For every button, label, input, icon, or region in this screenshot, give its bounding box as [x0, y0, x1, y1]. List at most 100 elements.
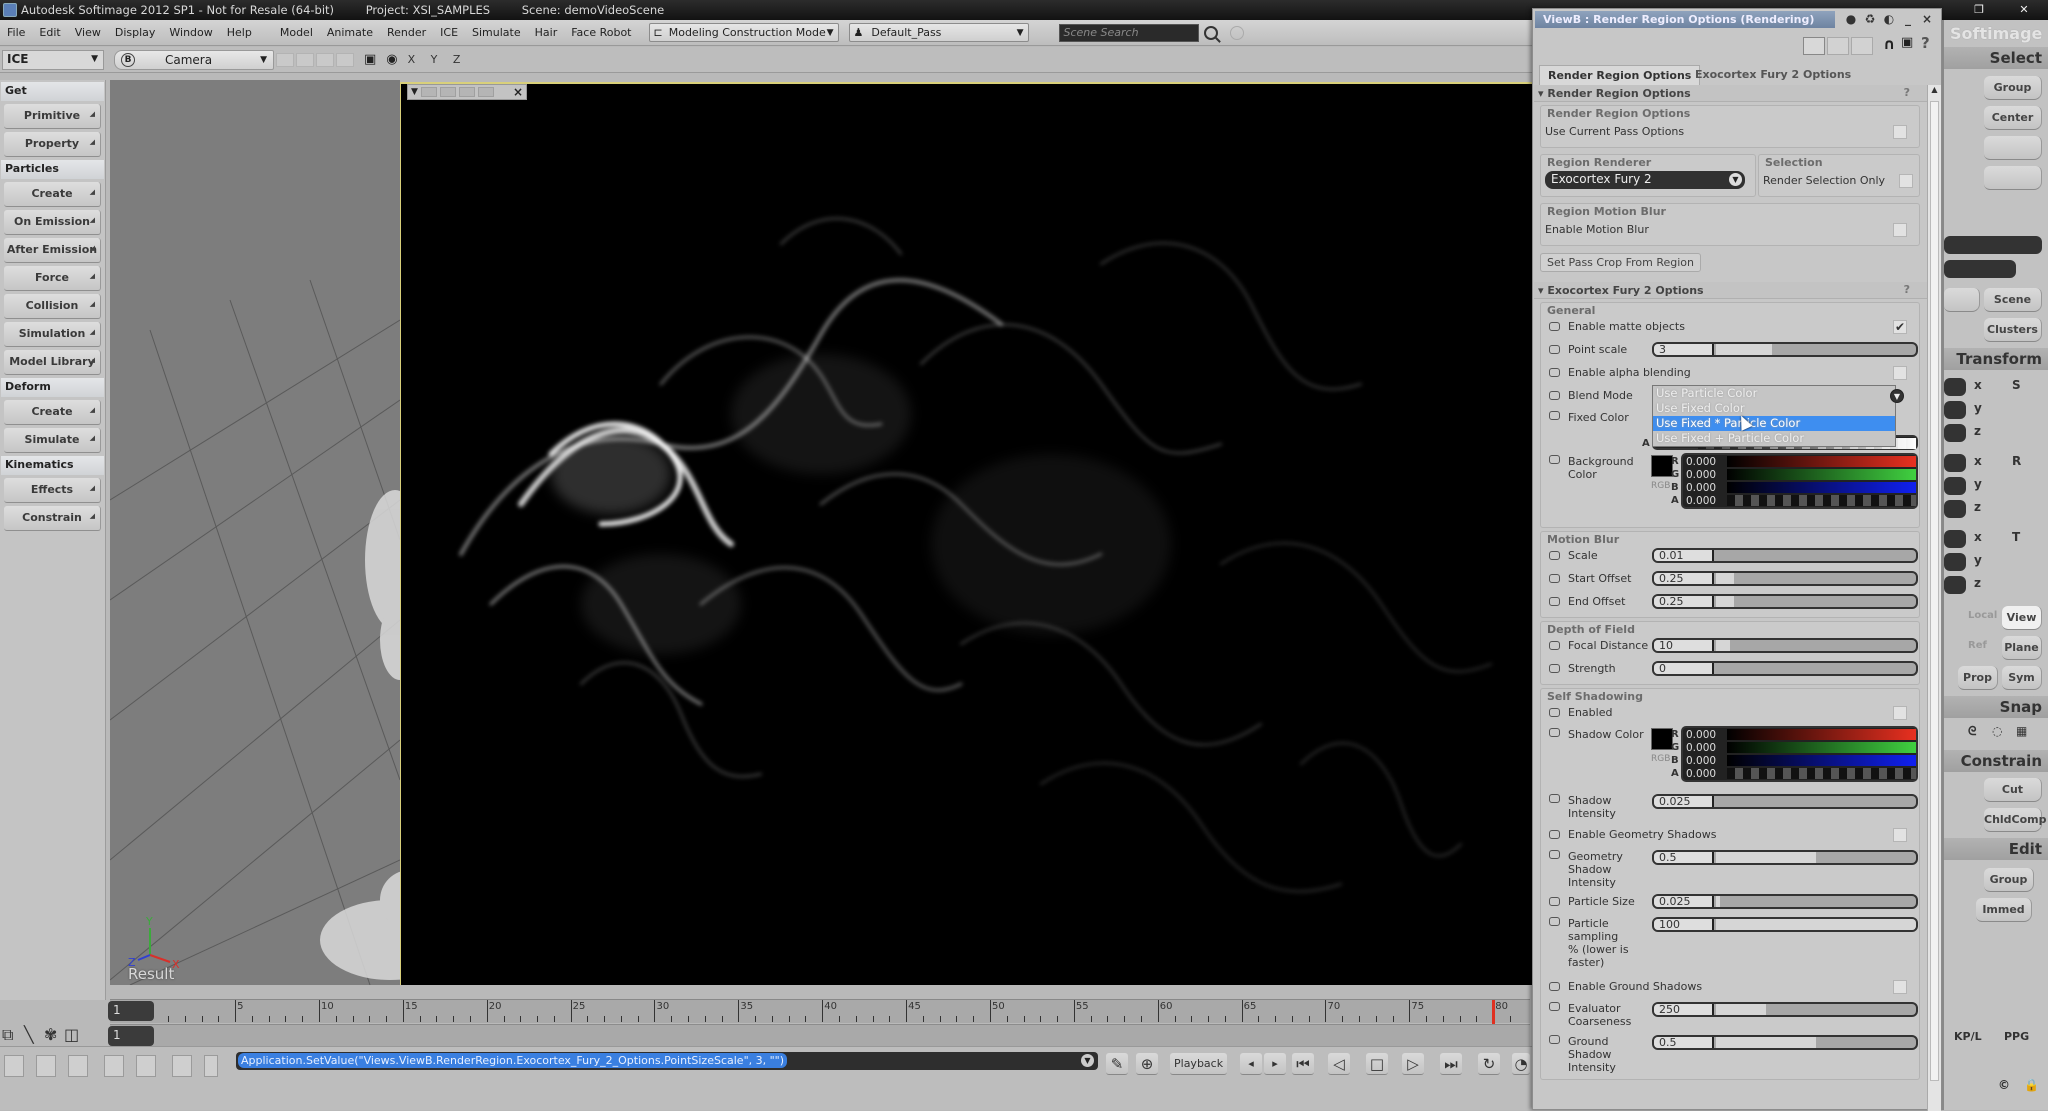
- restore-window-button[interactable]: ❐: [1960, 0, 1998, 20]
- menu-simulate[interactable]: Simulate: [465, 26, 528, 39]
- background-color-channels[interactable]: R 0.000 G 0.000 B 0.000 A 0.000: [1671, 453, 1918, 509]
- mcp-btn-clusters[interactable]: Clusters: [1984, 318, 2042, 342]
- play-forward-icon[interactable]: ▷: [1402, 1053, 1424, 1075]
- axis-z-label[interactable]: z: [1974, 576, 1981, 590]
- blend-option[interactable]: Use Particle Color: [1653, 386, 1895, 401]
- ref-label[interactable]: Ref: [1968, 640, 1987, 651]
- mcp-btn-scene[interactable]: Scene: [1984, 288, 2042, 312]
- scale-icon[interactable]: S: [2012, 378, 2021, 392]
- rotate-icon[interactable]: R: [2012, 454, 2021, 468]
- memo-cam-slot[interactable]: [316, 52, 334, 67]
- memo-cam-slot[interactable]: [336, 52, 354, 67]
- enable-matte-checkbox[interactable]: ✔: [1893, 319, 1907, 334]
- enable-geo-shadows-checkbox[interactable]: [1893, 827, 1907, 842]
- blend-mode-dropdown[interactable]: Use Particle Color Use Fixed Color Use F…: [1652, 385, 1896, 447]
- audio-icon[interactable]: ◔: [1512, 1053, 1530, 1075]
- enable-alpha-checkbox[interactable]: [1893, 365, 1907, 380]
- lock-icon[interactable]: ●: [1843, 11, 1859, 27]
- blend-option[interactable]: Use Fixed + Particle Color: [1653, 431, 1895, 446]
- recycle-icon[interactable]: ♻: [1862, 11, 1878, 27]
- enable-motion-blur-checkbox[interactable]: [1893, 222, 1907, 237]
- focal-distance-slider[interactable]: 10: [1652, 638, 1918, 653]
- menu-display[interactable]: Display: [108, 26, 163, 39]
- use-current-pass-checkbox[interactable]: [1893, 124, 1907, 139]
- strength-value[interactable]: 0: [1654, 663, 1714, 674]
- mcp-header-snap[interactable]: Snap: [1944, 696, 2048, 718]
- mcp-btn-chldcomp[interactable]: ChldComp: [1984, 808, 2047, 832]
- point-scale-slider[interactable]: 3: [1652, 342, 1918, 357]
- copyright-icon[interactable]: ©: [1998, 1078, 2010, 1092]
- rotate-z-field[interactable]: [1944, 500, 1966, 518]
- axis-x-label[interactable]: x: [1974, 530, 1982, 544]
- start-frame-field[interactable]: 1: [108, 1001, 154, 1021]
- command-line[interactable]: Application.SetValue("Views.ViewB.Render…: [236, 1052, 1098, 1070]
- menu-help[interactable]: Help: [220, 26, 259, 39]
- split-view-icon[interactable]: ◫: [64, 1025, 79, 1044]
- help-icon[interactable]: ?: [1904, 283, 1910, 296]
- scale-y-field[interactable]: [1944, 401, 1966, 419]
- shadow-g-value[interactable]: 0.000: [1683, 742, 1727, 754]
- menu-file[interactable]: File: [0, 26, 32, 39]
- palette-btn-on-emission[interactable]: On Emission ◢: [4, 210, 101, 235]
- search-icon[interactable]: [1203, 25, 1218, 40]
- animation-radio[interactable]: [1549, 664, 1560, 673]
- scrollbar-thumb[interactable]: [1930, 101, 1939, 1081]
- tab-render-region-options[interactable]: Render Region Options: [1539, 65, 1701, 85]
- playback-button[interactable]: Playback: [1170, 1053, 1228, 1075]
- animation-radio[interactable]: [1549, 728, 1560, 737]
- bg-r-value[interactable]: 0.000: [1683, 456, 1727, 468]
- shadow-color-channels[interactable]: R 0.000 G 0.000 B 0.000 A 0.000: [1671, 726, 1918, 782]
- start-offset-value[interactable]: 0.25: [1654, 573, 1714, 584]
- palette-btn-after-emission[interactable]: After Emission ◢: [4, 238, 101, 263]
- self-shadow-enabled-checkbox[interactable]: [1893, 705, 1907, 720]
- brush-tool-icon[interactable]: ╲: [24, 1025, 34, 1044]
- eye-icon[interactable]: ◉: [386, 52, 397, 67]
- palette-btn-deform-simulate[interactable]: Simulate ◢: [4, 428, 101, 453]
- scale-slider[interactable]: 0.01: [1652, 548, 1918, 563]
- help-icon[interactable]: ?: [1904, 86, 1910, 99]
- axis-z-label[interactable]: z: [1974, 424, 1981, 438]
- selection-name-field[interactable]: [1944, 236, 2042, 254]
- snap-grid-icon[interactable]: ▦: [2016, 724, 2027, 738]
- pass-select[interactable]: ♟ Default_Pass ▼: [848, 23, 1029, 42]
- mcp-kpl[interactable]: KP/L: [1954, 1030, 1982, 1043]
- snap-point-icon[interactable]: ◌: [1992, 724, 2002, 738]
- mcp-btn-edit-group[interactable]: Group: [1984, 868, 2034, 892]
- region-slot[interactable]: [420, 87, 437, 97]
- focus-icon[interactable]: ▣: [1901, 35, 1913, 50]
- palette-btn-collision[interactable]: Collision ◢: [4, 294, 101, 319]
- animation-radio[interactable]: [1549, 897, 1560, 906]
- shadow-r-value[interactable]: 0.000: [1683, 729, 1727, 741]
- animation-radio[interactable]: [1549, 708, 1560, 717]
- evaluator-value[interactable]: 250: [1654, 1004, 1714, 1015]
- snap-curve-icon[interactable]: ᘓ: [1968, 724, 1976, 739]
- selection-filter-field[interactable]: [1944, 260, 2016, 278]
- start-offset-slider[interactable]: 0.25: [1652, 571, 1918, 586]
- evaluator-slider[interactable]: 250: [1652, 1002, 1918, 1017]
- section-header-render-region[interactable]: ▾ Render Region Options?: [1534, 85, 1928, 102]
- animation-radio[interactable]: [1549, 794, 1560, 803]
- chevron-down-icon[interactable]: ▼: [1081, 1054, 1094, 1067]
- help-icon[interactable]: ?: [1921, 34, 1930, 52]
- translate-z-field[interactable]: [1944, 576, 1966, 594]
- translate-x-field[interactable]: [1944, 530, 1966, 548]
- palette-btn-property[interactable]: Property ◢: [4, 132, 101, 157]
- axis-x-label[interactable]: x: [1974, 378, 1982, 392]
- memo-cam-slot[interactable]: [276, 52, 294, 67]
- mcp-btn-center[interactable]: Center: [1984, 106, 2042, 130]
- animation-radio[interactable]: [1549, 982, 1560, 991]
- next-key-icon[interactable]: ▸: [1264, 1053, 1286, 1075]
- revert-icon[interactable]: ◐: [1881, 11, 1897, 27]
- layout-btn-bottom[interactable]: [68, 1055, 88, 1077]
- shadow-color-swatch[interactable]: [1651, 728, 1673, 750]
- scene-search-input[interactable]: Scene Search: [1058, 23, 1199, 42]
- shadow-b-value[interactable]: 0.000: [1683, 755, 1727, 767]
- animation-radio[interactable]: [1549, 574, 1560, 583]
- first-frame-icon[interactable]: ⏮: [1292, 1053, 1314, 1075]
- memo-cam-slot[interactable]: [296, 52, 314, 67]
- tab-exocortex-fury-options[interactable]: Exocortex Fury 2 Options: [1687, 65, 1859, 85]
- menu-render[interactable]: Render: [380, 26, 433, 39]
- layout-btn-split[interactable]: [172, 1055, 192, 1077]
- menu-animate[interactable]: Animate: [320, 26, 380, 39]
- palette-btn-effects[interactable]: Effects ◢: [4, 478, 101, 503]
